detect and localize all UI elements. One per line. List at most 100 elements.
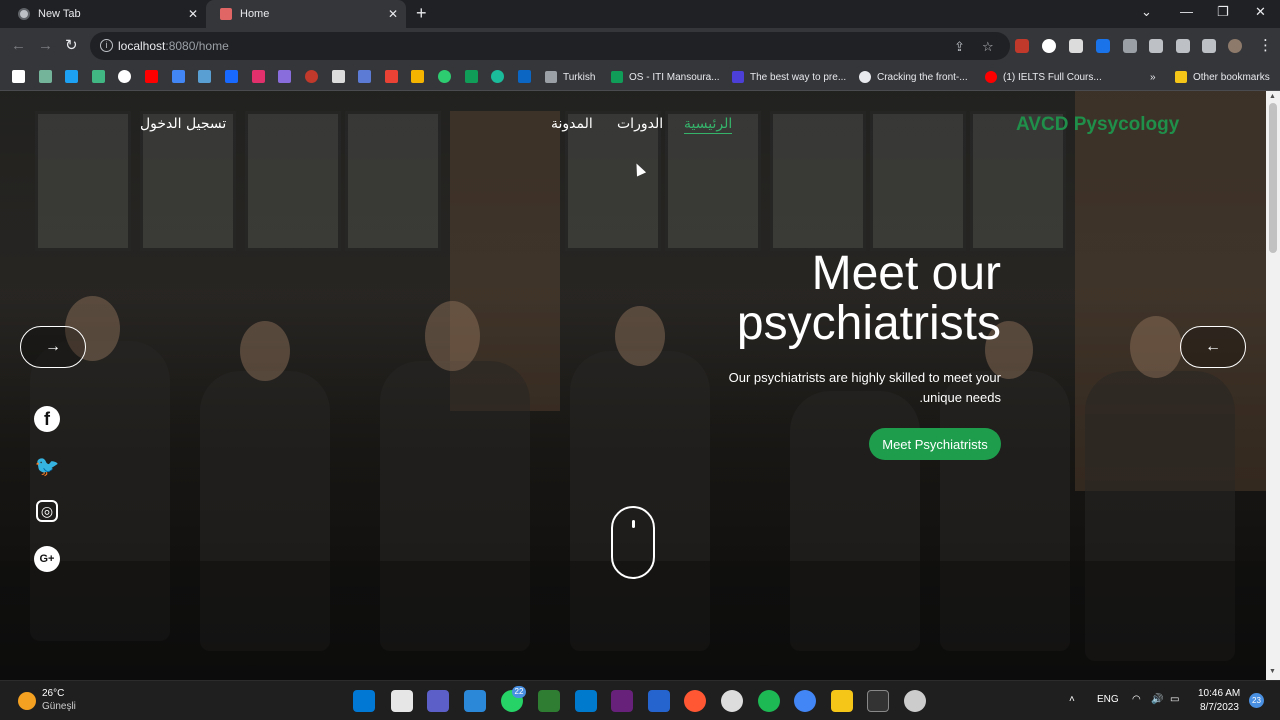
bookmark-best-way[interactable]: The best way to pre... [732,69,846,85]
close-tab-icon[interactable]: ✕ [388,7,398,21]
site-info-icon[interactable]: i [100,39,113,52]
volume-icon[interactable]: 🔊 [1151,694,1163,705]
tab-search-icon[interactable]: ⌄ [1141,4,1152,20]
instagram-icon[interactable] [252,70,265,83]
bookmark-ielts[interactable]: (1) IELTS Full Cours... [985,69,1102,85]
nav-blog-link[interactable]: المدونة [551,116,593,132]
bookmark-icon[interactable] [465,70,478,83]
weather-description[interactable]: Güneşli [42,701,76,712]
address-bar[interactable]: i localhost:8080/home ⇪ ☆ [90,32,1010,60]
bookmark-icon[interactable] [305,70,318,83]
bookmark-cracking-frontend[interactable]: Cracking the front-... [859,69,968,85]
close-tab-icon[interactable]: ✕ [188,7,198,21]
vue-icon[interactable] [92,70,105,83]
bookmark-icon[interactable] [411,70,424,83]
page-scrollbar[interactable]: ▲ ▼ [1266,91,1280,680]
bookmark-icon[interactable] [358,70,371,83]
bookmark-icon[interactable] [278,70,291,83]
download-icon[interactable] [1176,39,1190,53]
notification-badge[interactable]: 23 [1249,693,1264,708]
extension-icon[interactable] [1069,39,1083,53]
chat-icon[interactable] [427,690,449,712]
bookmark-star-icon[interactable]: ☆ [982,39,994,55]
app-icon[interactable] [538,690,560,712]
language-indicator[interactable]: ENG [1097,694,1119,705]
scroll-up-icon[interactable]: ▲ [1269,93,1276,100]
google-plus-icon[interactable]: G+ [34,546,60,572]
profile-avatar[interactable] [1228,39,1242,53]
other-bookmarks[interactable]: Other bookmarks [1175,69,1270,85]
clock-date[interactable]: 8/7/2023 [1200,702,1239,713]
nav-home-link[interactable]: الرئيسية [684,116,733,134]
task-view-icon[interactable] [391,690,413,712]
bookmark-icon[interactable] [332,70,345,83]
bookmark-icon[interactable] [118,70,131,83]
extension-icon[interactable] [1096,39,1110,53]
chatgpt-icon[interactable] [39,70,52,83]
visual-studio-icon[interactable] [611,690,633,712]
vscode-icon[interactable] [575,690,597,712]
new-tab-button[interactable]: + [416,4,427,22]
store-icon[interactable] [464,690,486,712]
login-link[interactable]: تسجيل الدخول [140,116,226,132]
bookmark-icon[interactable] [491,70,504,83]
back-button[interactable]: ← [11,38,26,54]
youtube-icon[interactable] [145,70,158,83]
side-panel-icon[interactable] [1202,39,1216,53]
terminal-icon[interactable] [867,690,889,712]
scrollbar-thumb[interactable] [1269,103,1277,253]
minimize-button[interactable]: — [1180,4,1193,19]
menu-kebab-icon[interactable]: ⋮ [1258,38,1273,54]
forward-button[interactable]: → [38,38,53,54]
carousel-prev-button[interactable]: → [20,326,86,368]
weather-temperature[interactable]: 26°C [42,688,64,699]
background-person [240,321,290,381]
sun-icon[interactable] [18,692,36,710]
twitter-icon[interactable]: 🐦 [34,453,60,479]
file-explorer-icon[interactable] [831,690,853,712]
bookmarks-bar: Turkish OS - ITI Mansoura... The best wa… [0,64,1280,91]
twitter-icon[interactable] [65,70,78,83]
bookmark-icon[interactable] [438,70,451,83]
linkedin-icon[interactable] [518,70,531,83]
scroll-down-icon[interactable]: ▼ [1269,668,1276,675]
share-icon[interactable]: ⇪ [954,39,965,55]
chrome-icon[interactable] [794,690,816,712]
spotify-icon[interactable] [758,690,780,712]
bookmark-turkish[interactable]: Turkish [545,69,595,85]
github-icon[interactable] [904,690,926,712]
site-brand[interactable]: AVCD Pysycology [1016,114,1179,136]
facebook-icon[interactable]: f [34,406,60,432]
clock-time[interactable]: 10:46 AM [1198,688,1240,699]
camera-icon[interactable] [1123,39,1137,53]
carousel-next-button[interactable]: ← [1180,326,1246,368]
extensions-puzzle-icon[interactable] [1149,39,1163,53]
tab-new-tab[interactable]: New Tab ✕ [4,0,206,28]
bookmarks-overflow-button[interactable]: » [1150,69,1156,85]
translate-icon[interactable] [172,70,185,83]
windows-start-icon[interactable] [353,690,375,712]
battery-icon[interactable]: ▭ [1170,694,1179,705]
medium-icon[interactable] [12,70,25,83]
wifi-icon[interactable]: ◠ [1132,694,1141,705]
meet-psychiatrists-button[interactable]: Meet Psychiatrists [869,428,1001,460]
maximize-button[interactable]: ❐ [1217,4,1229,20]
reload-button[interactable]: ↻ [65,38,78,54]
gmail-icon[interactable] [385,70,398,83]
scroll-down-indicator[interactable] [611,506,655,579]
tray-chevron-icon[interactable]: ˄ [1069,694,1075,705]
instagram-icon[interactable]: ◎ [36,500,58,522]
tab-home[interactable]: Home ✕ [206,0,406,28]
url-text[interactable]: localhost:8080/home [118,39,229,53]
nav-courses-link[interactable]: الدورات [617,116,663,132]
tab-title: New Tab [38,8,81,20]
extension-icon[interactable] [1015,39,1029,53]
bookmark-icon[interactable] [198,70,211,83]
bookmark-os-iti[interactable]: OS - ITI Mansoura... [611,69,720,85]
postman-icon[interactable] [684,690,706,712]
extension-icon[interactable] [1042,39,1056,53]
behance-icon[interactable] [225,70,238,83]
todo-icon[interactable] [648,690,670,712]
app-icon[interactable] [721,690,743,712]
close-window-button[interactable]: ✕ [1255,4,1266,20]
